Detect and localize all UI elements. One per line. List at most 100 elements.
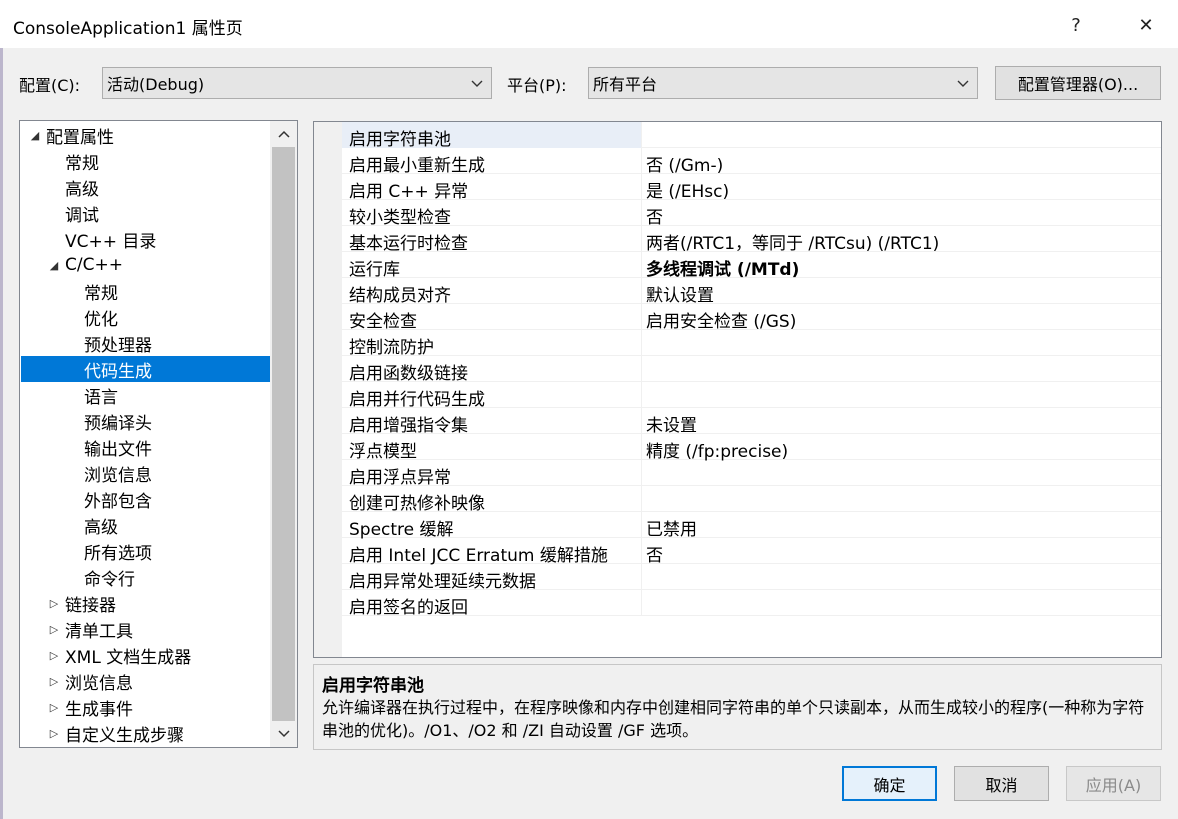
tree-item[interactable]: 语言 bbox=[21, 382, 270, 408]
property-row[interactable]: 浮点模型 精度 (/fp:precise) bbox=[342, 434, 1161, 462]
property-value[interactable]: 否 (/Gm-) bbox=[646, 151, 723, 176]
expand-arrow-icon[interactable]: ▷ bbox=[46, 597, 62, 610]
tree-item[interactable]: ▷ 自定义生成步骤 bbox=[21, 720, 270, 746]
property-row[interactable]: 启用浮点异常 bbox=[342, 460, 1161, 488]
property-row[interactable]: 启用最小重新生成 否 (/Gm-) bbox=[342, 148, 1161, 176]
collapse-arrow-icon[interactable]: ◢ bbox=[46, 259, 62, 272]
property-row[interactable]: 安全检查 启用安全检查 (/GS) bbox=[342, 304, 1161, 332]
tree-item[interactable]: ▷ 链接器 bbox=[21, 590, 270, 616]
tree-item[interactable]: ◢ 配置属性 bbox=[21, 122, 270, 148]
tree-item[interactable]: 调试 bbox=[21, 200, 270, 226]
platform-label: 平台(P): bbox=[507, 76, 567, 95]
apply-button[interactable]: 应用(A) bbox=[1066, 766, 1161, 801]
tree-item[interactable]: 高级 bbox=[21, 512, 270, 538]
property-row[interactable]: 启用函数级链接 bbox=[342, 356, 1161, 384]
expand-arrow-icon[interactable]: ▷ bbox=[46, 649, 62, 662]
column-divider bbox=[641, 330, 642, 356]
property-row[interactable]: 结构成员对齐 默认设置 bbox=[342, 278, 1161, 306]
scroll-down-button[interactable] bbox=[270, 721, 297, 747]
window-title: ConsoleApplication1 属性页 bbox=[13, 19, 243, 39]
property-row[interactable]: Spectre 缓解 已禁用 bbox=[342, 512, 1161, 540]
property-value[interactable]: 未设置 bbox=[646, 411, 697, 436]
tree-item[interactable]: ▷ 清单工具 bbox=[21, 616, 270, 642]
property-name: Spectre 缓解 bbox=[349, 520, 454, 540]
cancel-button[interactable]: 取消 bbox=[954, 766, 1049, 801]
property-value[interactable]: 启用安全检查 (/GS) bbox=[646, 307, 796, 332]
property-row[interactable]: 启用 C++ 异常 是 (/EHsc) bbox=[342, 174, 1161, 202]
tree-item[interactable]: 代码生成 bbox=[21, 356, 270, 382]
tree-item[interactable]: 预处理器 bbox=[21, 330, 270, 356]
tree-item[interactable]: 高级 bbox=[21, 174, 270, 200]
scroll-thumb[interactable] bbox=[272, 147, 295, 721]
tree-item-label: 输出文件 bbox=[84, 439, 152, 460]
property-row[interactable]: 控制流防护 bbox=[342, 330, 1161, 358]
expand-arrow-icon[interactable]: ▷ bbox=[46, 675, 62, 688]
property-row[interactable]: 启用增强指令集 未设置 bbox=[342, 408, 1161, 436]
tree-item[interactable]: ▷ 生成事件 bbox=[21, 694, 270, 720]
property-grid[interactable]: 启用字符串池 启用最小重新生成 否 (/Gm-) 启用 C++ 异常 是 (/EHsc)… bbox=[313, 121, 1162, 658]
chevron-up-icon bbox=[277, 130, 290, 138]
tree-item-label: 优化 bbox=[84, 309, 118, 330]
property-row[interactable]: 启用签名的返回 bbox=[342, 590, 1161, 618]
tree-item-label: 浏览信息 bbox=[65, 673, 133, 694]
property-value[interactable]: 默认设置 bbox=[646, 281, 714, 306]
property-row[interactable]: 启用异常处理延续元数据 bbox=[342, 564, 1161, 592]
tree-item[interactable]: 外部包含 bbox=[21, 486, 270, 512]
help-button[interactable]: ? bbox=[1056, 8, 1096, 42]
expand-arrow-icon[interactable]: ▷ bbox=[46, 727, 62, 740]
property-name: 浮点模型 bbox=[349, 442, 417, 462]
scroll-up-button[interactable] bbox=[270, 121, 297, 147]
property-row[interactable]: 基本运行时检查 两者(/RTC1，等同于 /RTCsu) (/RTC1) bbox=[342, 226, 1161, 254]
property-row[interactable]: 启用并行代码生成 bbox=[342, 382, 1161, 410]
property-name: 运行库 bbox=[349, 260, 400, 280]
tree-item-label: 预处理器 bbox=[84, 335, 152, 356]
tree-item[interactable]: 所有选项 bbox=[21, 538, 270, 564]
property-row[interactable]: 创建可热修补映像 bbox=[342, 486, 1161, 514]
tree-item[interactable]: 输出文件 bbox=[21, 434, 270, 460]
property-value[interactable]: 精度 (/fp:precise) bbox=[646, 437, 788, 462]
tree-item[interactable]: 常规 bbox=[21, 148, 270, 174]
column-divider bbox=[641, 460, 642, 486]
property-name: 结构成员对齐 bbox=[349, 286, 451, 306]
tree-item[interactable]: 预编译头 bbox=[21, 408, 270, 434]
tree-item-label: 外部包含 bbox=[84, 491, 152, 512]
window-edge bbox=[0, 48, 3, 819]
tree-item[interactable]: 常规 bbox=[21, 278, 270, 304]
property-value[interactable]: 已禁用 bbox=[646, 515, 697, 540]
config-manager-button[interactable]: 配置管理器(O)... bbox=[995, 66, 1161, 100]
title-bar: ConsoleApplication1 属性页 ? ✕ bbox=[0, 0, 1178, 48]
property-value[interactable]: 是 (/EHsc) bbox=[646, 177, 729, 202]
property-name: 较小类型检查 bbox=[349, 208, 451, 228]
column-divider bbox=[641, 434, 642, 460]
config-combobox[interactable]: 活动(Debug) bbox=[102, 67, 492, 99]
property-row[interactable]: 启用 Intel JCC Erratum 缓解措施 否 bbox=[342, 538, 1161, 566]
property-row[interactable]: 较小类型检查 否 bbox=[342, 200, 1161, 228]
tree-item[interactable]: ▷ XML 文档生成器 bbox=[21, 642, 270, 668]
property-value[interactable]: 否 bbox=[646, 203, 663, 228]
property-value[interactable]: 否 bbox=[646, 541, 663, 566]
property-row[interactable]: 启用字符串池 bbox=[342, 122, 1161, 150]
close-button[interactable]: ✕ bbox=[1126, 8, 1166, 42]
tree-item[interactable]: ▷ 浏览信息 bbox=[21, 668, 270, 694]
expand-arrow-icon[interactable]: ▷ bbox=[46, 701, 62, 714]
tree-item-label: 所有选项 bbox=[84, 543, 152, 564]
collapse-arrow-icon[interactable]: ◢ bbox=[27, 129, 43, 142]
platform-combobox[interactable]: 所有平台 bbox=[588, 67, 978, 99]
tree-item[interactable]: VC++ 目录 bbox=[21, 226, 270, 252]
tree-item-label: 语言 bbox=[84, 387, 118, 408]
ok-button[interactable]: 确定 bbox=[842, 766, 937, 801]
property-value[interactable]: 两者(/RTC1，等同于 /RTCsu) (/RTC1) bbox=[646, 229, 939, 254]
chevron-down-icon bbox=[277, 730, 290, 738]
tree-item[interactable]: 优化 bbox=[21, 304, 270, 330]
category-tree[interactable]: ◢ 配置属性 常规 高级 调试 VC++ 目录 ◢ C/C++ 常规 优化 预处理器 代码生成 语言 预编… bbox=[19, 120, 298, 748]
tree-item[interactable]: ◢ C/C++ bbox=[21, 252, 270, 278]
tree-item[interactable]: 命令行 bbox=[21, 564, 270, 590]
property-value[interactable]: 多线程调试 (/MTd) bbox=[646, 255, 799, 280]
tree-item-label: 预编译头 bbox=[84, 413, 152, 434]
tree-item[interactable]: 浏览信息 bbox=[21, 460, 270, 486]
tree-scrollbar[interactable] bbox=[270, 121, 297, 747]
property-row[interactable]: 运行库 多线程调试 (/MTd) bbox=[342, 252, 1161, 280]
config-label: 配置(C): bbox=[19, 76, 81, 95]
column-divider bbox=[641, 148, 642, 174]
expand-arrow-icon[interactable]: ▷ bbox=[46, 623, 62, 636]
